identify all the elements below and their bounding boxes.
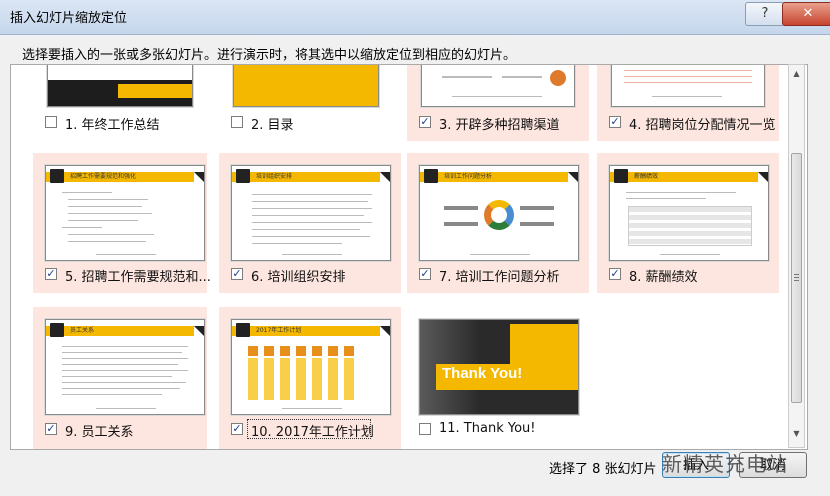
slide-thumbnail bbox=[611, 65, 765, 107]
slide-checkbox[interactable]: ✓ bbox=[45, 423, 57, 435]
slide-checkbox[interactable] bbox=[231, 116, 243, 128]
slide-thumbnail: 2017年工作计划 bbox=[231, 319, 391, 415]
slide-label: 4. 招聘岗位分配情况一览 bbox=[629, 118, 776, 133]
slide-label: 5. 招聘工作需要规范和... bbox=[65, 270, 211, 285]
slide-thumbnail: 培训组织安排 bbox=[231, 165, 391, 261]
slide-label: 9. 员工关系 bbox=[65, 425, 134, 440]
slide-checkbox[interactable] bbox=[45, 116, 57, 128]
selection-status: 选择了 8 张幻灯片 bbox=[549, 462, 657, 477]
focus-rect bbox=[247, 419, 371, 439]
slide-label: 6. 培训组织安排 bbox=[251, 270, 346, 285]
scroll-down-icon[interactable]: ▼ bbox=[791, 429, 802, 441]
slide-gallery: 1. 年终工作总结 2. 目录 ✓ 3. 开辟多种招聘渠道 ✓ 4. 招聘岗位分… bbox=[10, 64, 808, 450]
slide-label: 7. 培训工作问题分析 bbox=[439, 270, 560, 285]
slide-item[interactable]: 2017年工作计划 ✓ 10. 2017年工作计划 bbox=[219, 307, 401, 449]
slide-item[interactable]: 培训工作问题分析 ✓ 7. 培训工作问题分析 bbox=[407, 153, 589, 293]
slide-thumbnail: 招聘工作需要规范和强化 bbox=[45, 165, 205, 261]
slide-thumbnail: 培训工作问题分析 bbox=[419, 165, 579, 261]
slide-thumbnail: Thank You! bbox=[419, 319, 579, 415]
slide-label: 2. 目录 bbox=[251, 118, 294, 133]
slide-checkbox[interactable]: ✓ bbox=[231, 268, 243, 280]
slide-thumbnail bbox=[47, 65, 193, 107]
slide-item[interactable]: 2. 目录 bbox=[219, 65, 393, 141]
slide-thumbnail bbox=[421, 65, 575, 107]
slide-item[interactable]: Thank You! 11. Thank You! bbox=[407, 307, 589, 449]
title-bar: 插入幻灯片缩放定位 ? ✕ bbox=[0, 0, 830, 35]
slide-label: 3. 开辟多种招聘渠道 bbox=[439, 118, 560, 133]
slide-item[interactable]: ✓ 3. 开辟多种招聘渠道 bbox=[407, 65, 589, 141]
slide-thumbnail bbox=[233, 65, 379, 107]
slide-item[interactable]: ✓ 4. 招聘岗位分配情况一览 bbox=[597, 65, 779, 141]
instruction-text: 选择要插入的一张或多张幻灯片。进行演示时，将其选中以缩放定位到相应的幻灯片。 bbox=[22, 48, 517, 63]
slide-label: 11. Thank You! bbox=[439, 421, 536, 436]
slide-thumbnail: 薪酬绩效 bbox=[609, 165, 769, 261]
slide-checkbox[interactable] bbox=[419, 423, 431, 435]
slide-checkbox[interactable]: ✓ bbox=[609, 268, 621, 280]
slide-item[interactable]: 培训组织安排 ✓ 6. 培训组织安排 bbox=[219, 153, 401, 293]
slide-label: 8. 薪酬绩效 bbox=[629, 270, 698, 285]
slide-checkbox[interactable]: ✓ bbox=[45, 268, 57, 280]
slide-item[interactable]: 薪酬绩效 ✓ 8. 薪酬绩效 bbox=[597, 153, 779, 293]
vertical-scrollbar[interactable]: ▲ ▼ bbox=[788, 64, 805, 448]
scroll-thumb[interactable] bbox=[791, 153, 802, 403]
slide-item[interactable]: 员工关系 ✓ 9. 员工关系 bbox=[33, 307, 207, 449]
slide-thumbnail: 员工关系 bbox=[45, 319, 205, 415]
slide-checkbox[interactable]: ✓ bbox=[231, 423, 243, 435]
scroll-up-icon[interactable]: ▲ bbox=[791, 69, 802, 81]
watermark: 新精英充电站 bbox=[662, 452, 788, 476]
slide-checkbox[interactable]: ✓ bbox=[419, 116, 431, 128]
slide-item[interactable]: 招聘工作需要规范和强化 ✓ 5. 招聘工作需要规范和... bbox=[33, 153, 211, 293]
slide-checkbox[interactable]: ✓ bbox=[609, 116, 621, 128]
slide-label: 1. 年终工作总结 bbox=[65, 118, 160, 133]
help-button[interactable]: ? bbox=[745, 2, 785, 26]
slide-checkbox[interactable]: ✓ bbox=[419, 268, 431, 280]
thanks-text: Thank You! bbox=[442, 365, 523, 382]
close-button[interactable]: ✕ bbox=[782, 2, 830, 26]
slide-item[interactable]: 1. 年终工作总结 bbox=[33, 65, 207, 141]
window-title: 插入幻灯片缩放定位 bbox=[10, 11, 128, 26]
